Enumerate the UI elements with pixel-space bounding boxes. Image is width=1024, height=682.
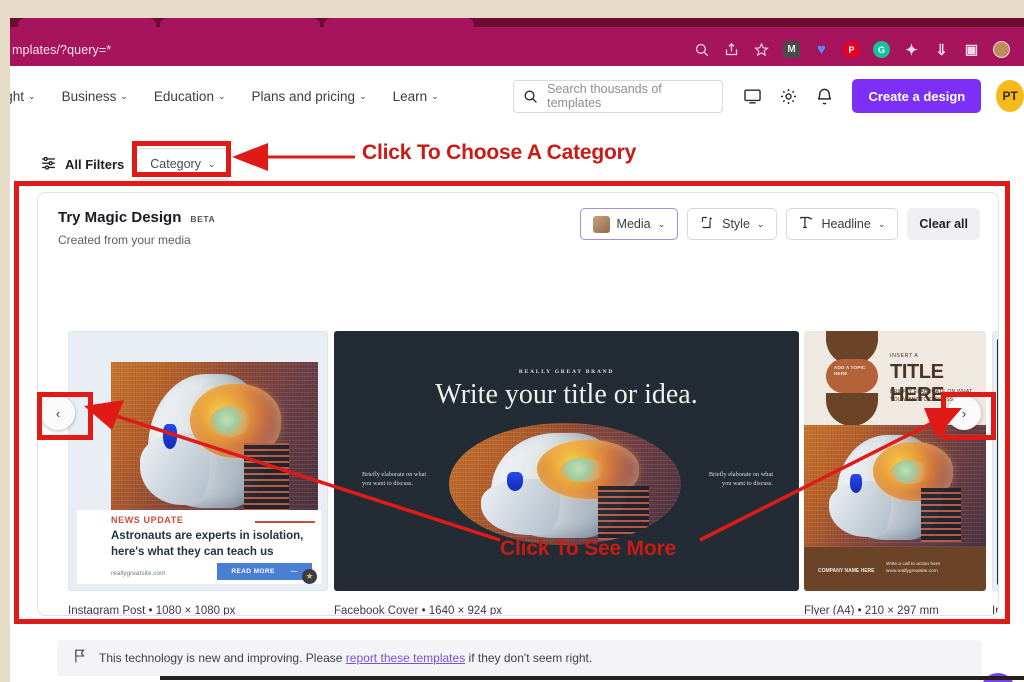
annotation-label-see-more: Click To See More (500, 537, 676, 560)
screenshot-root: mplates/?query=* M ♥ P G ✦ ⇓ ▣ ht ⌄ Busi… (0, 0, 1024, 682)
annotation-label-choose-category: Click To Choose A Category (362, 141, 637, 164)
annotation-arrows (84, 143, 962, 542)
